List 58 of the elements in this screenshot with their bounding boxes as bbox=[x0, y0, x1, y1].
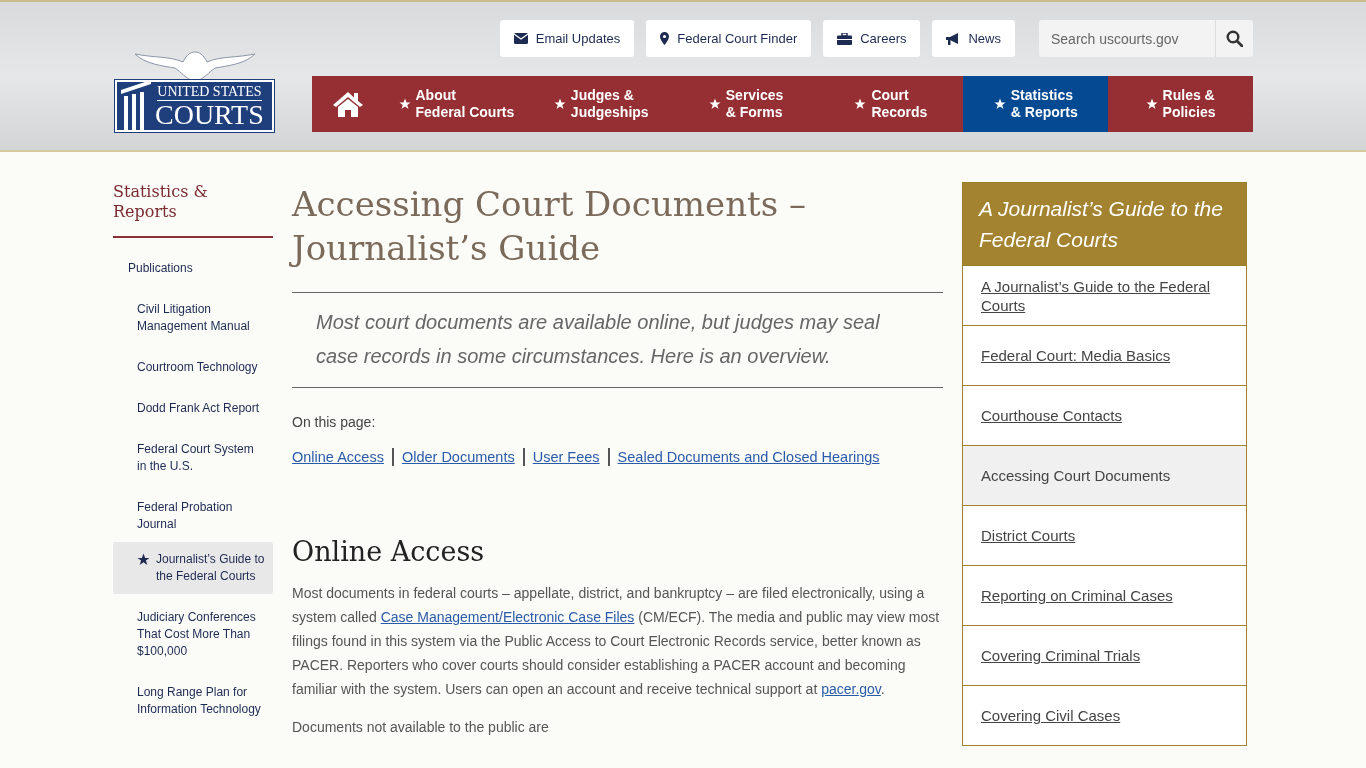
sidebar-link[interactable]: Civil Litigation Management Manual bbox=[113, 301, 273, 335]
search-button[interactable] bbox=[1215, 20, 1253, 57]
sidebar-link[interactable]: Journalist’s Guide to the Federal Courts bbox=[113, 542, 273, 594]
text-link[interactable]: pacer.gov bbox=[821, 681, 881, 697]
nav-tab[interactable]: About Federal Courts bbox=[384, 76, 529, 132]
logo-text: COURTS bbox=[155, 100, 264, 129]
anchor-link[interactable]: Online Access bbox=[292, 449, 384, 465]
intro-text: Most court documents are available online, but judges may seal case records in some circumstances. Here is an overview. bbox=[292, 292, 943, 388]
guide-link[interactable]: Courthouse Contacts bbox=[962, 386, 1247, 446]
sidebar-title: Statistics & Reports bbox=[113, 182, 209, 223]
utility-link[interactable]: Federal Court Finder bbox=[646, 20, 812, 57]
nav-tab[interactable]: Judges & Judgeships bbox=[528, 76, 674, 132]
text-link[interactable]: Case Management/Electronic Case Files bbox=[380, 609, 635, 625]
guide-link[interactable]: District Courts bbox=[962, 506, 1247, 566]
guide-link[interactable]: A Journalist’s Guide to the Federal Courts bbox=[962, 266, 1247, 326]
home-icon bbox=[332, 90, 364, 118]
guide-link[interactable]: Covering Criminal Trials bbox=[962, 626, 1247, 686]
sidebar-link[interactable]: Judiciary Conferences That Cost More Than $100,000 bbox=[113, 609, 273, 660]
utility-link[interactable]: Careers bbox=[823, 20, 921, 57]
guide-link[interactable]: Federal Court: Media Basics bbox=[962, 326, 1247, 386]
star-icon bbox=[398, 98, 411, 110]
body-paragraph: Most documents in federal courts – appellate, district, and bankruptcy – are filed electronically, using a system called Case Management/Electronic Case Files (CM/ECF). The media and public may view most filings found in this system via the Public Access to Court Electronic Records service, better known as PACER. Reporters who cover courts should consider establishing a PACER account and becoming familiar with the system. Users can open an account and receive technical support at pacer.gov. bbox=[292, 584, 941, 699]
search-field[interactable]: Search uscourts.gov bbox=[1039, 20, 1215, 57]
briefcase-icon bbox=[837, 32, 853, 45]
anchor-link[interactable]: Sealed Documents and Closed Hearings bbox=[617, 449, 880, 465]
nav-tab[interactable]: Rules & Policies bbox=[1108, 76, 1253, 132]
sidebar-link[interactable]: Federal Court System in the U.S. bbox=[113, 441, 273, 475]
sidebar-link[interactable]: Dodd Frank Act Report bbox=[113, 400, 273, 417]
star-icon bbox=[854, 98, 867, 110]
section-heading: Online Access bbox=[292, 536, 486, 567]
search-icon bbox=[1226, 30, 1243, 47]
envelope-icon bbox=[513, 33, 528, 44]
star-icon bbox=[553, 98, 566, 110]
utility-link[interactable]: Email Updates bbox=[499, 20, 635, 57]
utility-link[interactable]: News bbox=[932, 20, 1015, 57]
columns-icon bbox=[121, 80, 151, 132]
sidebar-link[interactable]: Federal Probation Journal bbox=[113, 499, 273, 533]
guide-title: A Journalist’s Guide to the Federal Courts bbox=[962, 182, 1247, 266]
nav-tab[interactable]: Services & Forms bbox=[673, 76, 819, 132]
star-icon bbox=[1145, 98, 1158, 110]
on-this-page-label: On this page: bbox=[292, 414, 377, 430]
megaphone-icon bbox=[946, 32, 961, 45]
logo-text: UNITED STATES bbox=[157, 83, 262, 101]
nav-tab[interactable]: Court Records bbox=[818, 76, 964, 132]
sidebar-link[interactable]: Publications bbox=[113, 260, 273, 277]
nav-tab[interactable]: Statistics & Reports bbox=[963, 76, 1109, 132]
star-icon bbox=[137, 553, 150, 566]
map-pin-icon bbox=[660, 32, 670, 45]
star-icon bbox=[708, 98, 721, 110]
sidebar-link[interactable]: Courtroom Technology bbox=[113, 359, 273, 376]
sidebar-link[interactable]: Long Range Plan for Information Technology bbox=[113, 684, 273, 718]
body-paragraph: Documents not available to the public are bbox=[292, 718, 550, 737]
anchor-link[interactable]: User Fees bbox=[532, 449, 600, 465]
guide-link[interactable]: Reporting on Criminal Cases bbox=[962, 566, 1247, 626]
guide-link[interactable]: Covering Civil Cases bbox=[962, 686, 1247, 746]
guide-link[interactable]: Accessing Court Documents bbox=[962, 446, 1247, 506]
star-icon bbox=[993, 98, 1006, 110]
anchor-link[interactable]: Older Documents bbox=[401, 449, 515, 465]
